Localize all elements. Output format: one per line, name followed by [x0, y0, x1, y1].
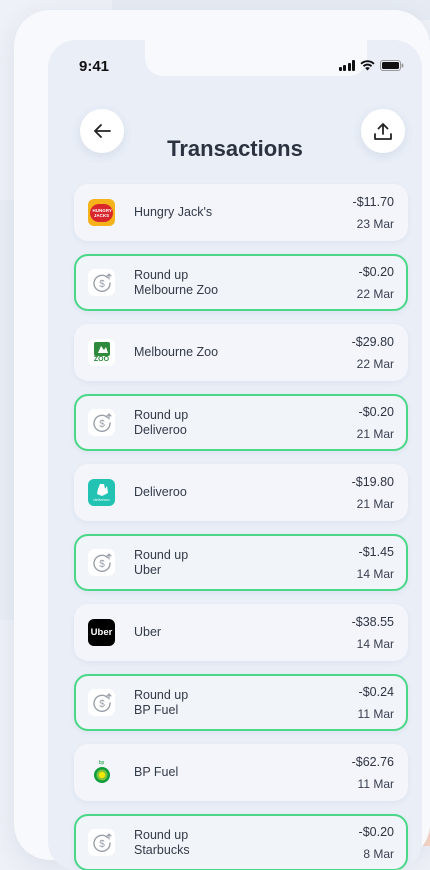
- transaction-name-block: Uber: [134, 606, 161, 659]
- transaction-item[interactable]: deliveroo Deliveroo -$19.80 21 Mar: [74, 464, 408, 521]
- roundup-item[interactable]: $ Round up Melbourne Zoo -$0.20 22 Mar: [74, 254, 408, 311]
- transaction-amount: -$19.80: [351, 475, 394, 489]
- transaction-amount: -$62.76: [351, 755, 394, 769]
- transaction-subtitle: Starbucks: [134, 842, 190, 857]
- svg-text:$: $: [99, 279, 105, 290]
- transaction-item[interactable]: bp BP Fuel -$62.76 11 Mar: [74, 744, 408, 801]
- upload-icon: [374, 123, 392, 140]
- transaction-amount: -$29.80: [351, 335, 394, 349]
- transaction-name: Round up: [134, 827, 189, 842]
- transaction-name-block: Round up Melbourne Zoo: [134, 256, 218, 309]
- coin-up-icon: $: [88, 549, 115, 576]
- status-icons: [338, 60, 405, 71]
- transaction-name-block: BP Fuel: [134, 746, 178, 799]
- transaction-amount: -$0.20: [358, 405, 394, 419]
- hungry-jacks-logo: HUNGRY JACKS: [88, 199, 115, 226]
- status-bar: 9:41: [48, 40, 422, 100]
- battery-icon: [380, 60, 404, 71]
- transaction-date: 21 Mar: [356, 497, 394, 511]
- transaction-name: Uber: [134, 625, 162, 639]
- coin-up-icon: $: [88, 829, 115, 856]
- transaction-name-block: Round up Uber: [134, 536, 188, 589]
- transaction-list: HUNGRY JACKS Hungry Jack's -$11.70 23 Ma…: [74, 184, 408, 870]
- logo-text: HUNGRY JACKS: [92, 207, 112, 218]
- coin-up-icon: $: [88, 689, 115, 716]
- transaction-item[interactable]: ZOO Melbourne Zoo -$29.80 22 Mar: [74, 324, 408, 381]
- roundup-item[interactable]: $ Round up BP Fuel -$0.24 11 Mar: [74, 674, 408, 731]
- transaction-date: 23 Mar: [356, 217, 394, 231]
- svg-text:$: $: [99, 559, 105, 570]
- signal-icon: [338, 60, 355, 71]
- phone-screen: 9:41 Transactions HUNGRY JACKS Hungry Ja…: [48, 40, 422, 870]
- wifi-icon: [360, 60, 375, 71]
- transaction-name: Round up: [134, 407, 189, 422]
- bp-logo: bp: [88, 759, 115, 786]
- coin-up-icon: $: [88, 269, 115, 296]
- logo-text: ZOO: [93, 355, 110, 363]
- transaction-name-block: Melbourne Zoo: [134, 326, 218, 379]
- transaction-date: 22 Mar: [356, 357, 394, 371]
- roundup-item[interactable]: $ Round up Uber -$1.45 14 Mar: [74, 534, 408, 591]
- transaction-name: Round up: [134, 267, 189, 282]
- logo-text: Uber: [90, 627, 113, 638]
- melbourne-zoo-logo: ZOO: [88, 339, 115, 366]
- transaction-name-block: Round up Deliveroo: [134, 396, 188, 449]
- svg-text:$: $: [99, 419, 105, 430]
- transaction-name-block: Round up BP Fuel: [134, 676, 188, 729]
- transaction-subtitle: Deliveroo: [134, 422, 187, 437]
- uber-logo: Uber: [88, 619, 115, 646]
- phone-frame: 9:41 Transactions HUNGRY JACKS Hungry Ja…: [14, 10, 430, 870]
- transaction-name-block: Deliveroo: [134, 466, 187, 519]
- roundup-item[interactable]: $ Round up Starbucks -$0.20 8 Mar: [74, 814, 408, 870]
- transaction-item[interactable]: HUNGRY JACKS Hungry Jack's -$11.70 23 Ma…: [74, 184, 408, 241]
- transaction-name: BP Fuel: [134, 765, 179, 779]
- transaction-name: Round up: [134, 547, 189, 562]
- transaction-date: 22 Mar: [356, 287, 394, 301]
- transaction-name: Melbourne Zoo: [134, 345, 219, 359]
- transaction-name: Round up: [134, 687, 189, 702]
- transaction-amount: -$0.20: [358, 825, 394, 839]
- deliveroo-logo: deliveroo: [88, 479, 115, 506]
- notch: [145, 40, 367, 76]
- transaction-date: 8 Mar: [363, 847, 394, 861]
- transaction-amount: -$0.24: [358, 685, 394, 699]
- logo-text: deliveroo: [93, 497, 110, 502]
- transaction-name-block: Round up Starbucks: [134, 816, 190, 869]
- transaction-item[interactable]: Uber Uber -$38.55 14 Mar: [74, 604, 408, 661]
- transaction-date: 14 Mar: [356, 637, 394, 651]
- transaction-date: 11 Mar: [357, 777, 394, 791]
- coin-up-icon: $: [88, 409, 115, 436]
- transaction-date: 14 Mar: [356, 567, 394, 581]
- svg-text:$: $: [99, 839, 105, 850]
- transaction-subtitle: Uber: [134, 562, 162, 577]
- transaction-subtitle: Melbourne Zoo: [134, 282, 219, 297]
- share-button[interactable]: [361, 109, 405, 153]
- status-time: 9:41: [79, 58, 110, 75]
- transaction-date: 21 Mar: [356, 427, 394, 441]
- transaction-amount: -$0.20: [358, 265, 394, 279]
- transaction-date: 11 Mar: [357, 707, 394, 721]
- transaction-subtitle: BP Fuel: [134, 702, 179, 717]
- transaction-name-block: Hungry Jack's: [134, 186, 212, 239]
- transaction-amount: -$1.45: [358, 545, 394, 559]
- transaction-amount: -$11.70: [352, 195, 394, 209]
- transaction-name: Deliveroo: [134, 485, 187, 499]
- transaction-amount: -$38.55: [351, 615, 394, 629]
- transaction-name: Hungry Jack's: [134, 205, 213, 219]
- svg-text:$: $: [99, 699, 105, 710]
- roundup-item[interactable]: $ Round up Deliveroo -$0.20 21 Mar: [74, 394, 408, 451]
